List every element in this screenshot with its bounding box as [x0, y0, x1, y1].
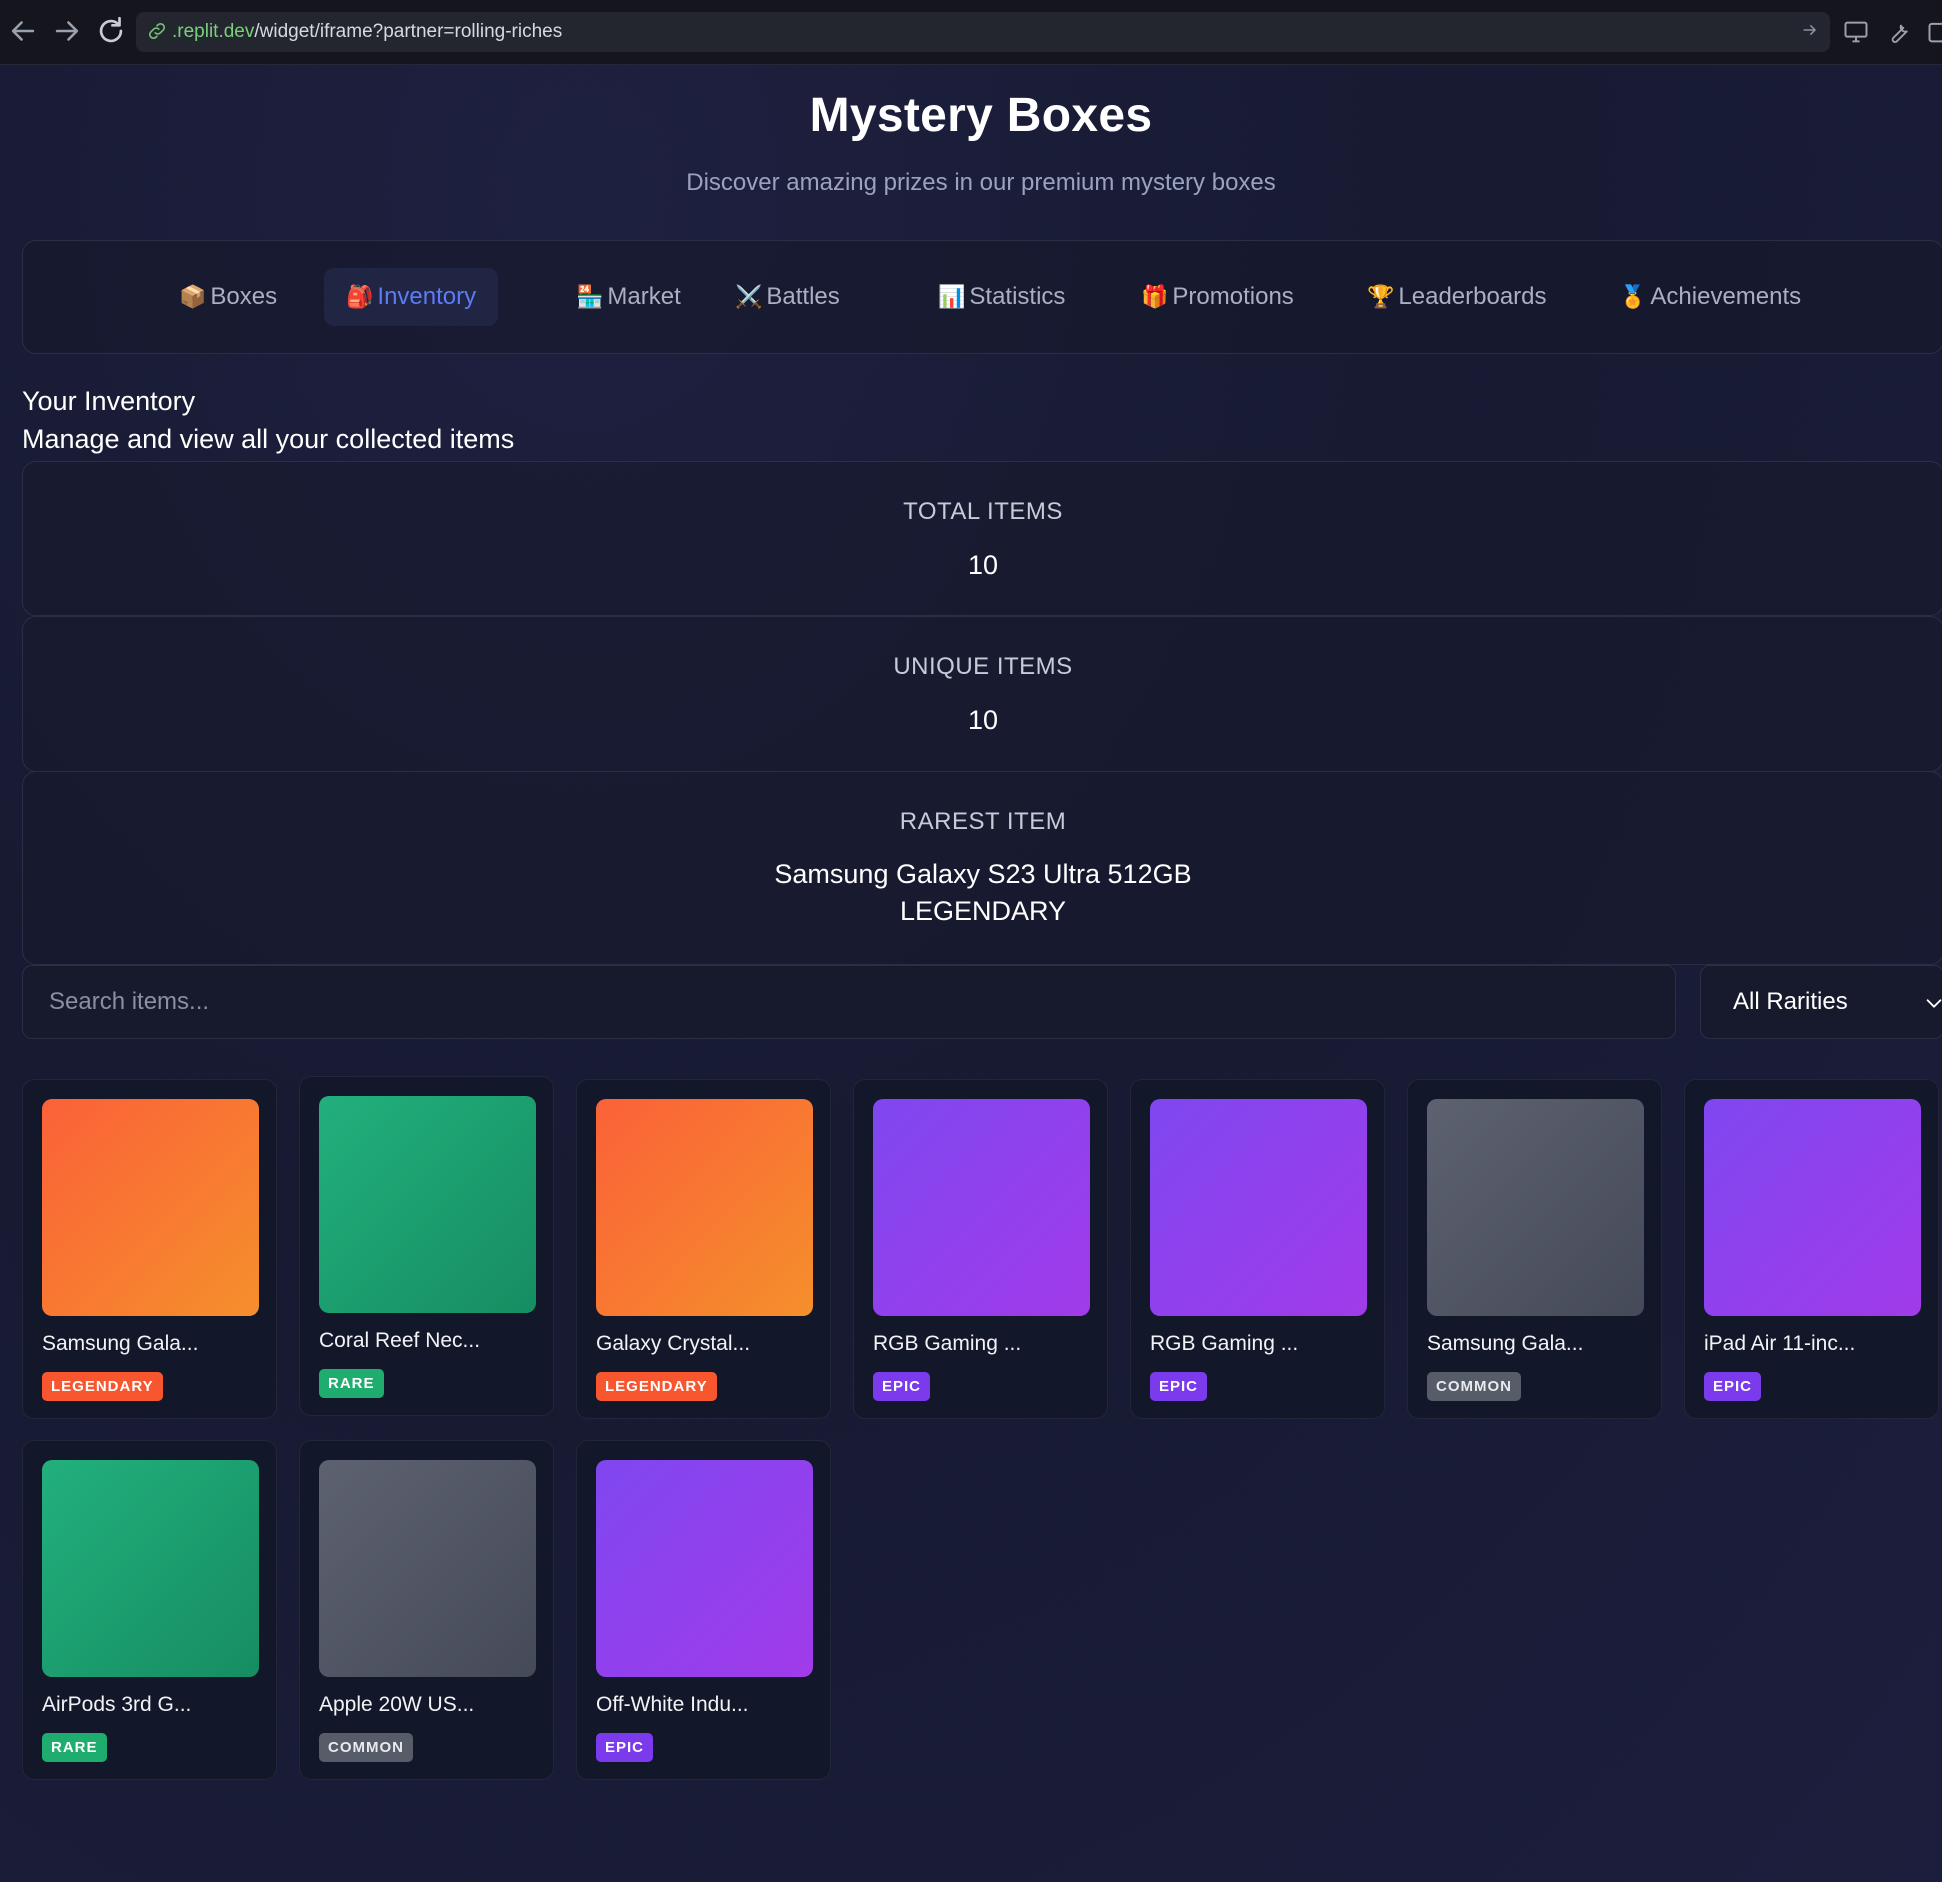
inventory-item-card[interactable]: Coral Reef Nec... RARE	[299, 1076, 554, 1416]
rarity-filter-select[interactable]: All Rarities	[1700, 965, 1942, 1039]
tab-label: Battles	[766, 283, 840, 310]
go-arrow-icon[interactable]	[1800, 18, 1820, 48]
rarity-badge: RARE	[319, 1369, 384, 1398]
search-box	[22, 965, 1676, 1039]
rarity-badge: EPIC	[1704, 1372, 1762, 1401]
stat-label: UNIQUE ITEMS	[893, 653, 1073, 680]
monitor-icon[interactable]	[1842, 18, 1870, 46]
inventory-item-card[interactable]: Off-White Indu... EPIC	[576, 1440, 831, 1780]
rarity-badge: RARE	[42, 1733, 107, 1762]
address-bar[interactable]: .replit.dev/widget/iframe?partner=rollin…	[136, 12, 1830, 52]
tab-label: Inventory	[377, 283, 477, 310]
wrench-icon[interactable]	[1884, 18, 1912, 46]
tab-label: Achievements	[1650, 283, 1802, 310]
inventory-item-card[interactable]: RGB Gaming ... EPIC	[1130, 1079, 1385, 1419]
inventory-subtitle: Manage and view all your collected items	[22, 424, 515, 454]
stat-card-total-items: TOTAL ITEMS 10	[22, 461, 1942, 616]
inventory-item-card[interactable]: Galaxy Crystal... LEGENDARY	[576, 1079, 831, 1419]
item-name: Samsung Gala...	[42, 1332, 199, 1355]
item-name: Apple 20W US...	[319, 1693, 475, 1716]
tab-label: Leaderboards	[1398, 283, 1547, 310]
stat-card-unique-items: UNIQUE ITEMS 10	[22, 616, 1942, 772]
store-icon: 🏪	[576, 284, 604, 309]
chevron-down-icon	[1926, 999, 1942, 1008]
item-name: RGB Gaming ...	[873, 1332, 1022, 1355]
item-image	[596, 1099, 813, 1316]
stat-label: TOTAL ITEMS	[903, 498, 1063, 525]
item-name: iPad Air 11-inc...	[1704, 1332, 1856, 1355]
tab-battles[interactable]: ⚔️ Battles	[713, 268, 862, 326]
link-icon	[148, 22, 166, 40]
forward-arrow-icon[interactable]	[50, 14, 84, 48]
rarity-filter-value: All Rarities	[1733, 988, 1848, 1015]
tab-bar: 📦 Boxes 🎒 Inventory 🏪 Market ⚔️ Battles 📊 Sta…	[22, 240, 1942, 354]
tab-leaderboards[interactable]: 🏆 Leaderboards	[1345, 268, 1569, 326]
page-subtitle: Discover amazing prizes in our premium m…	[686, 169, 1276, 196]
url-path: /widget/iframe?partner=rolling-riches	[254, 21, 563, 42]
tab-label: Statistics	[969, 283, 1066, 310]
inventory-item-card[interactable]: Samsung Gala... LEGENDARY	[22, 1079, 277, 1419]
search-input[interactable]	[23, 966, 1675, 1038]
crossed-swords-icon: ⚔️	[735, 284, 763, 309]
item-image	[1704, 1099, 1921, 1316]
rarity-badge: COMMON	[1427, 1372, 1521, 1401]
item-image	[1427, 1099, 1644, 1316]
inventory-title: Your Inventory	[22, 386, 196, 416]
stat-card-rarest-item: RAREST ITEM Samsung Galaxy S23 Ultra 512…	[22, 771, 1942, 965]
bar-chart-icon: 📊	[938, 284, 966, 309]
page-title: Mystery Boxes	[809, 89, 1153, 142]
rarity-badge: LEGENDARY	[596, 1372, 717, 1401]
stat-value: 10	[967, 550, 999, 580]
rarest-item-name: Samsung Galaxy S23 Ultra 512GB	[774, 859, 1192, 889]
item-image	[596, 1460, 813, 1677]
inventory-item-card[interactable]: RGB Gaming ... EPIC	[853, 1079, 1108, 1419]
tab-market[interactable]: 🏪 Market	[554, 268, 703, 326]
rarest-item-rarity: LEGENDARY	[899, 896, 1067, 926]
medal-icon: 🏅	[1619, 284, 1647, 309]
url-host: .replit.dev	[172, 21, 255, 42]
inventory-item-card[interactable]: Apple 20W US... COMMON	[299, 1440, 554, 1780]
item-image	[1150, 1099, 1367, 1316]
item-name: Coral Reef Nec...	[319, 1329, 481, 1352]
item-image	[873, 1099, 1090, 1316]
rarity-badge: EPIC	[873, 1372, 931, 1401]
inventory-item-card[interactable]: Samsung Gala... COMMON	[1407, 1079, 1662, 1419]
item-image	[319, 1096, 536, 1313]
item-name: RGB Gaming ...	[1150, 1332, 1299, 1355]
backpack-icon: 🎒	[346, 284, 374, 309]
tab-promotions[interactable]: 🎁 Promotions	[1119, 268, 1316, 326]
tab-boxes[interactable]: 📦 Boxes	[157, 268, 299, 326]
url-text: .replit.dev/widget/iframe?partner=rollin…	[172, 21, 562, 43]
tab-achievements[interactable]: 🏅 Achievements	[1597, 268, 1823, 326]
browser-toolbar: .replit.dev/widget/iframe?partner=rollin…	[0, 0, 1942, 65]
stat-value: 10	[967, 705, 999, 735]
stat-label: RAREST ITEM	[899, 808, 1067, 835]
inventory-item-card[interactable]: iPad Air 11-inc... EPIC	[1684, 1079, 1939, 1419]
back-arrow-icon[interactable]	[6, 14, 40, 48]
item-name: Samsung Gala...	[1427, 1332, 1584, 1355]
item-image	[42, 1099, 259, 1316]
tab-label: Market	[607, 283, 681, 310]
item-image	[42, 1460, 259, 1677]
inventory-item-card[interactable]: AirPods 3rd G... RARE	[22, 1440, 277, 1780]
trophy-icon: 🏆	[1367, 284, 1395, 309]
item-name: Galaxy Crystal...	[596, 1332, 751, 1355]
rarity-badge: EPIC	[596, 1733, 654, 1762]
rarity-badge: LEGENDARY	[42, 1372, 163, 1401]
rarity-badge: EPIC	[1150, 1372, 1208, 1401]
external-window-icon[interactable]	[1926, 18, 1942, 46]
tab-statistics[interactable]: 📊 Statistics	[916, 268, 1087, 326]
rarity-badge: COMMON	[319, 1733, 413, 1762]
item-name: Off-White Indu...	[596, 1693, 749, 1716]
tab-label: Promotions	[1172, 283, 1294, 310]
item-image	[319, 1460, 536, 1677]
reload-icon[interactable]	[94, 14, 128, 48]
tab-inventory[interactable]: 🎒 Inventory	[324, 268, 499, 326]
gift-icon: 🎁	[1141, 284, 1169, 309]
item-name: AirPods 3rd G...	[42, 1693, 192, 1716]
box-icon: 📦	[179, 284, 207, 309]
tab-label: Boxes	[210, 283, 278, 310]
